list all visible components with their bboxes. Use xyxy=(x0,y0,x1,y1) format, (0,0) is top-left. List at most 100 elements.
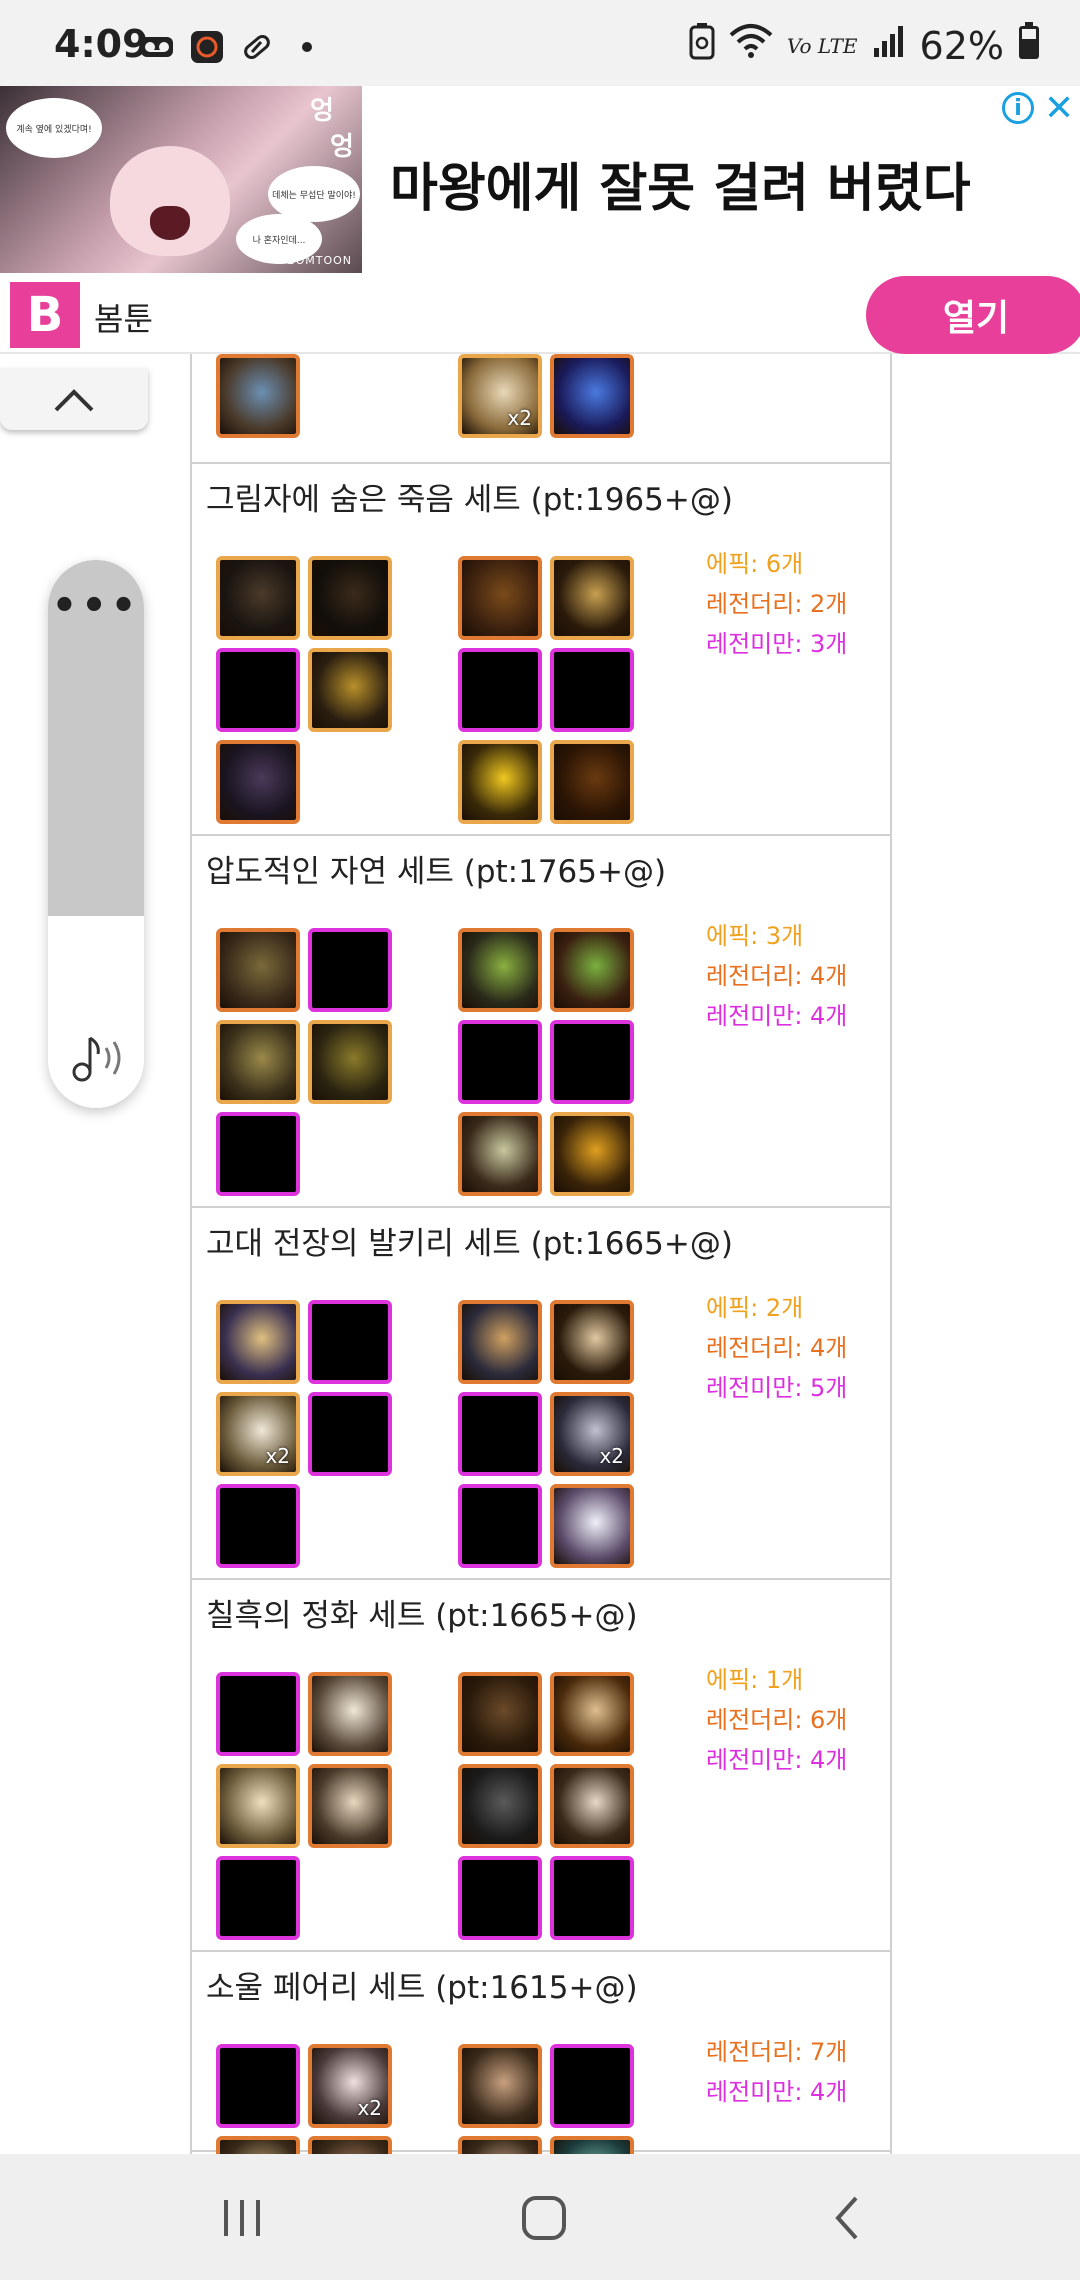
item-slot[interactable] xyxy=(216,354,300,438)
item-slot-empty[interactable] xyxy=(216,1856,300,1940)
item-slot[interactable] xyxy=(550,1672,634,1756)
ad-open-button[interactable]: 열기 xyxy=(866,276,1080,354)
item-slot[interactable] xyxy=(308,648,392,732)
item-slot[interactable]: x2 xyxy=(216,1392,300,1476)
item-slot[interactable]: x2 xyxy=(550,1392,634,1476)
set-stats: 에픽: 2개 레전더리: 4개 레전미만: 5개 xyxy=(706,1288,847,1408)
audio-control[interactable]: ••• xyxy=(48,560,144,1108)
item-slot-empty[interactable] xyxy=(216,648,300,732)
ad-banner[interactable]: 계속 옆에 있겠다며! 데체는 무섭단 말이야! 나 혼자인데... 엉 엉 B… xyxy=(0,86,1080,354)
item-slot[interactable] xyxy=(216,928,300,1012)
item-slot[interactable]: x2 xyxy=(458,354,542,438)
stat-under: 레전미만: 4개 xyxy=(706,2078,848,2106)
item-slot[interactable] xyxy=(458,1300,542,1384)
item-slot[interactable] xyxy=(550,556,634,640)
ad-close-icon[interactable]: ✕ xyxy=(1044,88,1074,129)
set-stats: 에픽: 1개 레전더리: 6개 레전미만: 4개 xyxy=(706,1660,847,1780)
item-slot-empty[interactable] xyxy=(308,1392,392,1476)
item-slot[interactable] xyxy=(550,1300,634,1384)
item-slot[interactable] xyxy=(458,928,542,1012)
item-slot[interactable] xyxy=(550,2136,634,2154)
item-icon xyxy=(312,1024,388,1100)
item-slot[interactable] xyxy=(458,1112,542,1196)
item-slot[interactable] xyxy=(458,556,542,640)
item-slot[interactable] xyxy=(458,740,542,824)
back-icon[interactable] xyxy=(816,2186,880,2250)
item-slot[interactable]: x2 xyxy=(308,2044,392,2128)
item-slot-empty[interactable] xyxy=(458,1392,542,1476)
item-slot-empty[interactable] xyxy=(458,1484,542,1568)
item-slot[interactable] xyxy=(550,1112,634,1196)
item-slot[interactable] xyxy=(216,1020,300,1104)
item-slot-empty[interactable] xyxy=(550,2044,634,2128)
ad-image-sound: 엉 xyxy=(310,96,334,126)
item-slot[interactable] xyxy=(216,556,300,640)
item-set: 칠흑의 정화 세트 (pt:1665+@) 에픽: 1개 레전더리: 6개 레전미만:… xyxy=(192,1580,890,1952)
item-icon xyxy=(554,1768,630,1844)
item-icon xyxy=(312,1676,388,1752)
item-icon xyxy=(312,1768,388,1844)
item-slot[interactable] xyxy=(216,1764,300,1848)
item-slot[interactable] xyxy=(308,1672,392,1756)
stat-legend: 레전더리: 7개 xyxy=(706,2038,848,2066)
item-slot-empty[interactable] xyxy=(216,1484,300,1568)
ad-advertiser-name: 봄툰 xyxy=(94,300,153,338)
item-slot[interactable] xyxy=(550,928,634,1012)
ad-image[interactable]: 계속 옆에 있겠다며! 데체는 무섭단 말이야! 나 혼자인데... 엉 엉 B… xyxy=(0,86,362,273)
item-slot[interactable] xyxy=(216,740,300,824)
item-icon xyxy=(220,1768,296,1844)
item-set: 고대 전장의 발키리 세트 (pt:1665+@) x2 x2 에픽: 2개 레전더리:… xyxy=(192,1208,890,1580)
item-slot[interactable] xyxy=(458,2044,542,2128)
recent-apps-icon[interactable] xyxy=(210,2186,274,2250)
more-dots-icon[interactable]: ••• xyxy=(48,586,144,626)
item-icon xyxy=(220,358,296,434)
pill-icon xyxy=(240,30,274,64)
item-slot[interactable] xyxy=(308,1020,392,1104)
item-slot[interactable] xyxy=(550,740,634,824)
item-slot-empty[interactable] xyxy=(550,1020,634,1104)
item-slot[interactable] xyxy=(458,1764,542,1848)
item-slot[interactable] xyxy=(216,1300,300,1384)
item-count-badge: x2 xyxy=(265,1444,290,1468)
item-slot-empty[interactable] xyxy=(308,1300,392,1384)
item-slot[interactable] xyxy=(308,556,392,640)
item-slot-empty[interactable] xyxy=(458,1020,542,1104)
item-slot[interactable] xyxy=(550,354,634,438)
item-slot-empty[interactable] xyxy=(216,1672,300,1756)
item-slot[interactable] xyxy=(216,2136,300,2154)
scroll-up-icon xyxy=(54,389,94,412)
item-slot-empty[interactable] xyxy=(550,1856,634,1940)
stat-epic: 에픽: 3개 xyxy=(706,922,804,950)
item-slot-empty[interactable] xyxy=(216,1112,300,1196)
set-title: 소울 페어리 세트 (pt:1615+@) xyxy=(206,1970,638,2006)
item-slot[interactable] xyxy=(458,2136,542,2154)
scroll-up-button[interactable] xyxy=(0,368,148,430)
ad-logo: B xyxy=(10,282,80,348)
home-icon[interactable] xyxy=(512,2186,576,2250)
item-slot[interactable] xyxy=(308,1764,392,1848)
item-count-badge: x2 xyxy=(599,1444,624,1468)
sound-icon[interactable] xyxy=(70,1032,126,1084)
item-slot-empty[interactable] xyxy=(550,648,634,732)
item-slot-empty[interactable] xyxy=(458,1856,542,1940)
stat-legend: 레전더리: 4개 xyxy=(706,962,848,990)
item-slot[interactable] xyxy=(550,1484,634,1568)
item-icon xyxy=(554,358,630,434)
ad-advertiser-row[interactable]: B 봄툰 열기 xyxy=(0,276,1080,354)
item-icon xyxy=(312,652,388,728)
set-stats: 에픽: 6개 레전더리: 2개 레전미만: 3개 xyxy=(706,544,847,664)
item-slot-empty[interactable] xyxy=(308,928,392,1012)
item-icon xyxy=(462,744,538,820)
item-slot[interactable] xyxy=(308,2136,392,2154)
ad-info-icon[interactable]: i xyxy=(1002,92,1034,124)
item-slot[interactable] xyxy=(550,1764,634,1848)
set-title: 그림자에 숨은 죽음 세트 (pt:1965+@) xyxy=(206,482,733,518)
wifi-icon xyxy=(729,23,773,68)
item-count-badge: x2 xyxy=(357,2096,382,2120)
set-title: 압도적인 자연 세트 (pt:1765+@) xyxy=(206,854,667,890)
ad-headline[interactable]: 마왕에게 잘못 걸려 버렸다 xyxy=(390,146,971,221)
item-slot-empty[interactable] xyxy=(458,648,542,732)
item-slot[interactable] xyxy=(458,1672,542,1756)
item-icon xyxy=(220,1024,296,1100)
item-slot-empty[interactable] xyxy=(216,2044,300,2128)
